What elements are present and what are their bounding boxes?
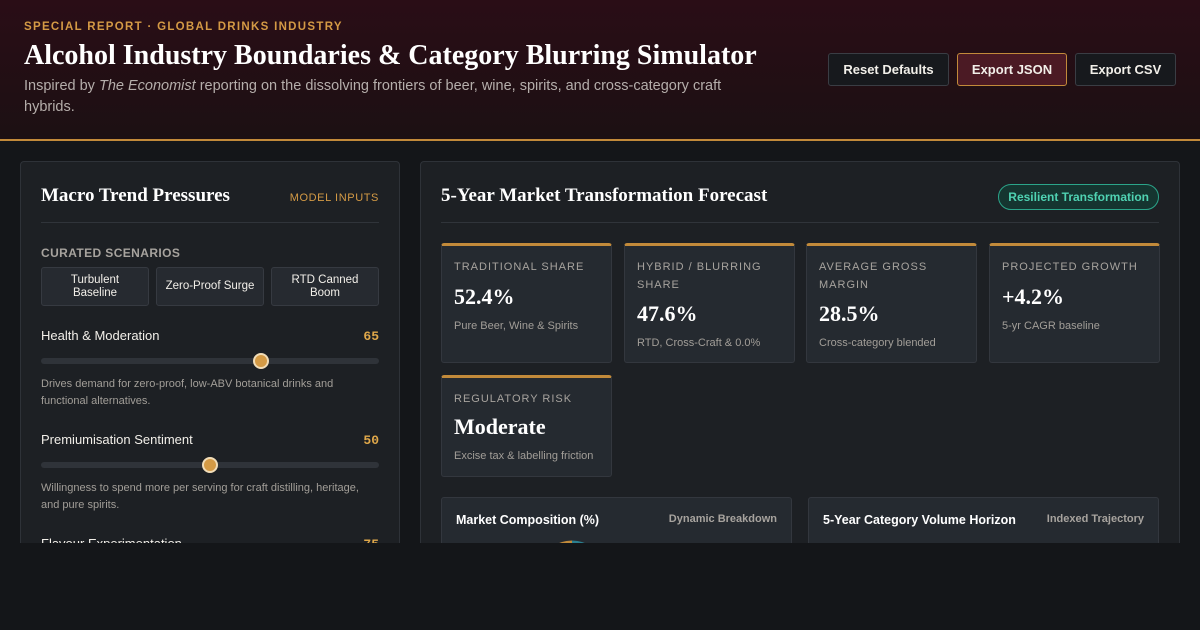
model-inputs-panel: Macro Trend Pressures MODEL INPUTS CURAT… (20, 161, 400, 561)
divider (41, 222, 379, 223)
slider-value-health-moderation: 65 (363, 329, 379, 344)
premiumisation-slider[interactable] (41, 457, 379, 473)
export-csv-button[interactable]: Export CSV (1075, 53, 1176, 86)
kpi-card-traditional-share: TRADITIONAL SHARE 52.4% Pure Beer, Wine … (441, 243, 612, 363)
chart-title: 5-Year Category Volume Horizon (823, 513, 1016, 527)
chart-tag: Indexed Trajectory (1046, 513, 1144, 525)
forecast-panel-title: 5-Year Market Transformation Forecast (441, 185, 768, 206)
slider-thumb[interactable] (202, 457, 218, 473)
kpi-label: PROJECTED GROWTH (1002, 261, 1138, 273)
kpi-note: 5-yr CAGR baseline (1002, 320, 1100, 332)
kpi-note: Excise tax & labelling friction (454, 450, 594, 462)
scenario-turbulent-baseline-button[interactable]: Turbulent Baseline (41, 267, 149, 306)
kpi-value: Moderate (454, 414, 546, 439)
kpi-note: RTD, Cross-Craft & 0.0% (637, 337, 761, 349)
kpi-value: 47.6% (637, 301, 698, 326)
chart-title: Market Composition (%) (456, 513, 600, 527)
kpi-value: 52.4% (454, 284, 515, 309)
kpi-label: HYBRID / BLURRING SHARE (637, 261, 762, 291)
slider-label-health-moderation: Health & Moderation (41, 328, 160, 343)
subtitle-prefix: Inspired by (24, 78, 99, 94)
slider-value-premiumisation: 50 (363, 433, 379, 448)
scenario-rtd-canned-boom-button[interactable]: RTD Canned Boom (271, 267, 379, 306)
export-json-button[interactable]: Export JSON (957, 53, 1067, 86)
status-badge: Resilient Transformation (998, 184, 1159, 210)
kpi-label: AVERAGE GROSS MARGIN (819, 261, 928, 291)
kpi-note: Cross-category blended (819, 337, 936, 349)
chart-tag: Dynamic Breakdown (668, 513, 777, 525)
forecast-panel: 5-Year Market Transformation Forecast Re… (420, 161, 1180, 561)
inputs-panel-title: Macro Trend Pressures (41, 185, 230, 206)
page-title: Alcohol Industry Boundaries & Category B… (24, 40, 757, 71)
kpi-card-hybrid-share: HYBRID / BLURRING SHARE 47.6% RTD, Cross… (624, 243, 795, 363)
slider-desc-premiumisation: Willingness to spend more per serving fo… (41, 482, 359, 511)
report-header: SPECIAL REPORT · GLOBAL DRINKS INDUSTRY … (0, 0, 1200, 141)
scenario-zero-proof-surge-button[interactable]: Zero-Proof Surge (156, 267, 264, 306)
health-moderation-slider[interactable] (41, 353, 379, 369)
kpi-note: Pure Beer, Wine & Spirits (454, 320, 579, 332)
subtitle-source: The Economist (98, 78, 196, 94)
kpi-label: TRADITIONAL SHARE (454, 261, 585, 273)
kpi-card-gross-margin: AVERAGE GROSS MARGIN 28.5% Cross-categor… (806, 243, 977, 363)
kpi-value: 28.5% (819, 301, 880, 326)
kpi-label: REGULATORY RISK (454, 393, 573, 405)
report-kicker: SPECIAL REPORT · GLOBAL DRINKS INDUSTRY (24, 21, 343, 33)
kpi-value: +4.2% (1002, 284, 1065, 309)
kpi-card-regulatory-risk: REGULATORY RISK Moderate Excise tax & la… (441, 375, 612, 477)
viewport-fold (0, 543, 1200, 630)
page-subtitle: Inspired by The Economist reporting on t… (24, 76, 724, 118)
slider-label-premiumisation: Premiumisation Sentiment (41, 432, 193, 447)
slider-thumb[interactable] (252, 353, 269, 369)
kpi-card-projected-growth: PROJECTED GROWTH +4.2% 5-yr CAGR baselin… (989, 243, 1160, 363)
divider (441, 222, 1159, 223)
scenarios-label: CURATED SCENARIOS (41, 246, 181, 260)
reset-defaults-button[interactable]: Reset Defaults (828, 53, 949, 86)
inputs-panel-tag: MODEL INPUTS (289, 192, 379, 204)
slider-desc-health-moderation: Drives demand for zero-proof, low-ABV bo… (41, 378, 334, 407)
